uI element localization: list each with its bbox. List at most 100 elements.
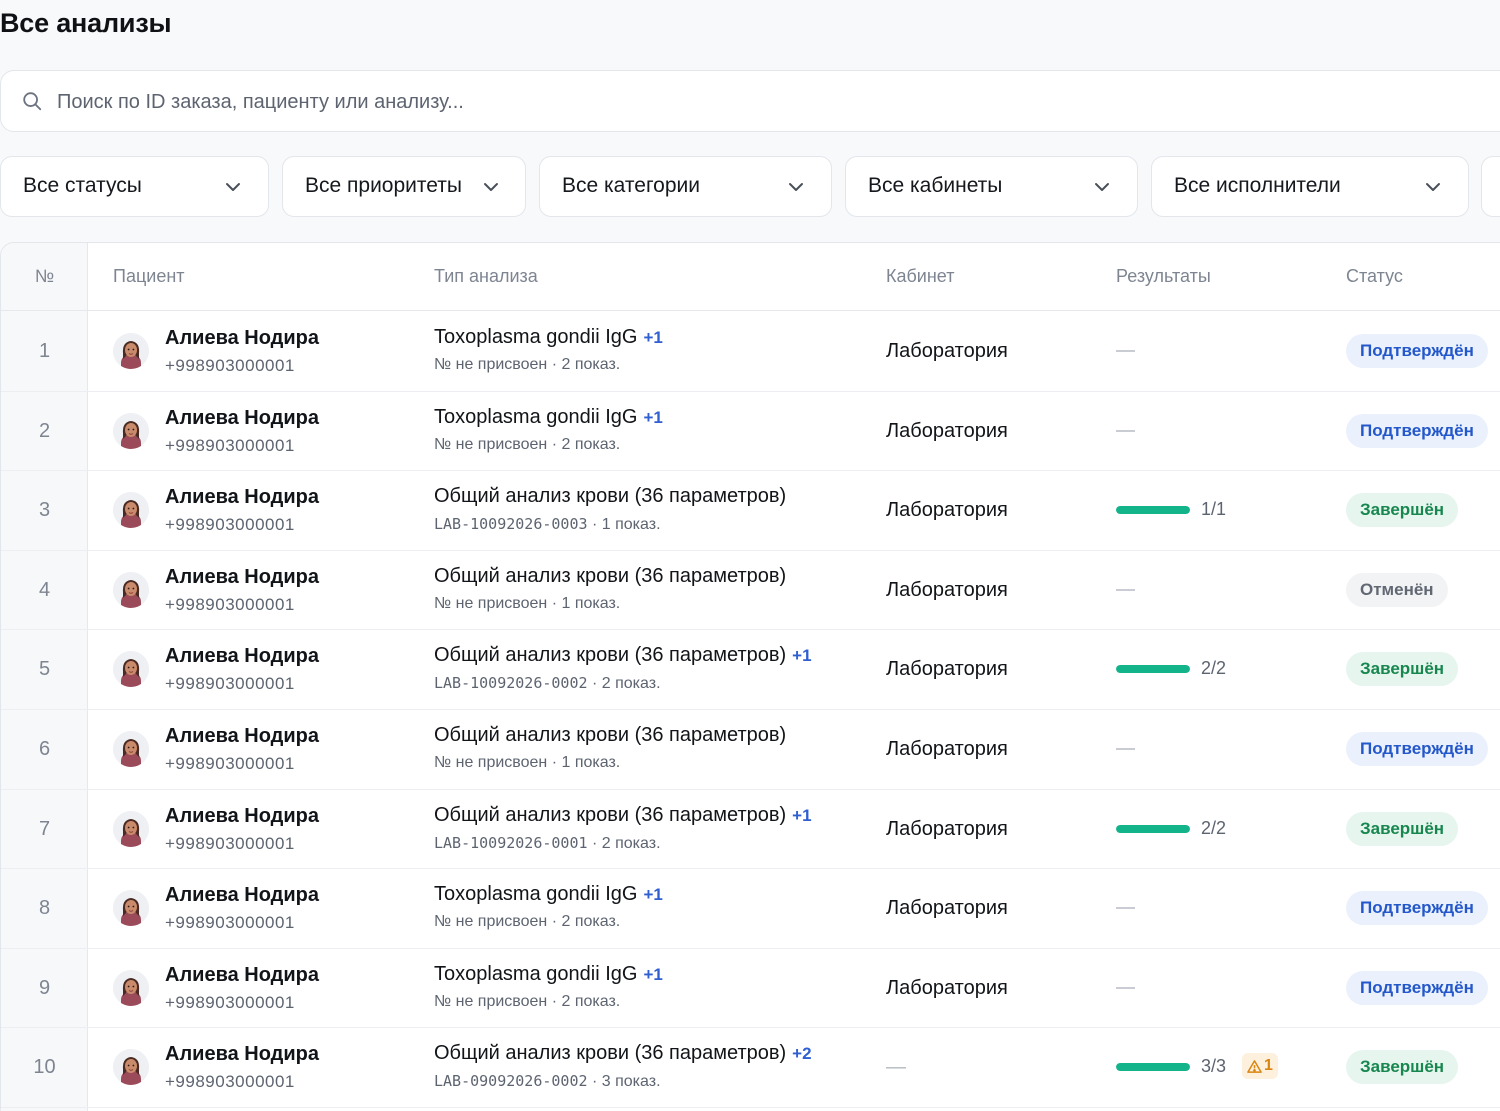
table-row[interactable]: 7 Алиева Нодира +998903000001 Общий анализ … xyxy=(1,790,1500,870)
search-bar[interactable] xyxy=(0,70,1500,132)
column-header-results[interactable]: Результаты xyxy=(1116,266,1211,287)
test-name[interactable]: Toxoplasma gondii IgG +1 xyxy=(434,963,663,986)
patient-name[interactable]: Алиева Нодира xyxy=(165,327,319,350)
chevron-down-icon xyxy=(1426,183,1440,191)
results-empty-dash xyxy=(1116,350,1135,352)
extra-tests-count[interactable]: +1 xyxy=(643,965,662,984)
status-badge: Завершён xyxy=(1346,652,1459,687)
filter-dropdown[interactable]: Все исполнители xyxy=(1151,156,1469,217)
patient-phone: +998903000001 xyxy=(165,356,295,375)
avatar xyxy=(113,492,149,529)
column-header-num[interactable]: № xyxy=(1,266,88,287)
status-badge: Подтверждён xyxy=(1346,891,1488,926)
patient-name[interactable]: Алиева Нодира xyxy=(165,645,319,668)
test-name[interactable]: Общий анализ крови (36 параметров) +1 xyxy=(434,644,812,667)
status-badge: Завершён xyxy=(1346,1050,1459,1085)
extra-tests-count[interactable]: +1 xyxy=(643,408,662,427)
table-row[interactable]: 6 Алиева Нодира +998903000001 Общий анализ … xyxy=(1,710,1500,790)
indicator-count: · 2 показ. xyxy=(551,435,621,453)
results-count: 3/3 xyxy=(1201,1056,1227,1077)
table-row[interactable]: 3 Алиева Нодира +998903000001 Общий анализ … xyxy=(1,471,1500,551)
filter-dropdown-overflow[interactable] xyxy=(1481,156,1500,217)
patient-name[interactable]: Алиева Нодира xyxy=(165,566,319,589)
test-name[interactable]: Общий анализ крови (36 параметров) xyxy=(434,485,786,508)
patient-name[interactable]: Алиева Нодира xyxy=(165,884,319,907)
avatar xyxy=(113,731,149,767)
cabinet: Лаборатория xyxy=(886,817,1008,840)
indicator-count: · 2 показ. xyxy=(551,913,621,931)
table-row[interactable]: 9 Алиева Нодира +998903000001 Toxoplasma go… xyxy=(1,949,1500,1029)
test-meta: № не присвоен · 2 показ. xyxy=(434,993,620,1011)
search-input[interactable] xyxy=(57,87,957,117)
extra-tests-count[interactable]: +2 xyxy=(792,1044,811,1063)
patient-phone: +998903000001 xyxy=(165,992,295,1012)
column-header-status[interactable]: Статус xyxy=(1346,266,1403,287)
table-row[interactable]: 1 Алиева Нодира +998903000001 Toxoplasma go… xyxy=(1,312,1500,392)
extra-tests-count[interactable]: +1 xyxy=(792,646,811,665)
indicator-count: · 2 показ. xyxy=(591,834,661,852)
test-meta: № не присвоен · 2 показ. xyxy=(434,913,620,931)
patient-name[interactable]: Алиева Нодира xyxy=(165,1043,319,1066)
results-empty-dash xyxy=(1116,588,1135,591)
test-meta: LAB-10092026-0002 · 2 показ. xyxy=(434,674,661,693)
indicator-count: · 2 показ. xyxy=(591,675,661,693)
cabinet: Лаборатория xyxy=(886,658,1008,681)
table-row[interactable]: 4 Алиева Нодира +998903000001 Общий анализ … xyxy=(1,551,1500,631)
cabinet: — xyxy=(886,1056,906,1079)
test-name[interactable]: Toxoplasma gondii IgG +1 xyxy=(434,406,663,429)
test-meta: № не присвоен · 2 показ. xyxy=(434,356,620,374)
indicator-count: · 1 показ. xyxy=(551,594,621,612)
test-name[interactable]: Общий анализ крови (36 параметров) xyxy=(434,565,786,588)
test-name[interactable]: Общий анализ крови (36 параметров) +2 xyxy=(434,1042,812,1065)
test-name[interactable]: Toxoplasma gondii IgG +1 xyxy=(434,326,663,349)
analyses-table: № Пациент Тип анализа Кабинет Результаты… xyxy=(0,242,1500,1111)
test-title: Общий анализ крови (36 параметров) xyxy=(434,724,787,746)
column-header-cabinet[interactable]: Кабинет xyxy=(886,266,954,287)
test-name[interactable]: Toxoplasma gondii IgG +1 xyxy=(434,883,663,906)
test-name[interactable]: Общий анализ крови (36 параметров) +1 xyxy=(434,804,812,827)
patient-phone: +998903000001 xyxy=(165,515,295,535)
indicator-count: · 2 показ. xyxy=(551,356,621,373)
column-header-patient[interactable]: Пациент xyxy=(113,266,185,287)
extra-tests-count[interactable]: +1 xyxy=(643,328,662,347)
test-title: Общий анализ крови (36 параметров) xyxy=(434,803,787,826)
chevron-down-icon xyxy=(1095,183,1109,191)
search-icon xyxy=(23,92,42,111)
status-badge: Подтверждён xyxy=(1346,732,1488,766)
table-row[interactable]: 8 Алиева Нодира +998903000001 Toxoplasma go… xyxy=(1,869,1500,949)
results-progress-bar xyxy=(1116,665,1190,674)
table-row[interactable]: 5 Алиева Нодира +998903000001 Общий анализ … xyxy=(1,630,1500,710)
results-count: 2/2 xyxy=(1201,817,1227,838)
test-meta: LAB-10092026-0001 · 2 показ. xyxy=(434,834,661,853)
filter-dropdown[interactable]: Все статусы xyxy=(0,156,269,217)
test-name[interactable]: Общий анализ крови (36 параметров) xyxy=(434,724,786,747)
patient-phone: +998903000001 xyxy=(165,435,295,455)
filter-label: Все исполнители xyxy=(1174,174,1341,197)
patient-phone: +998903000001 xyxy=(165,674,295,694)
table-row[interactable]: 10 Алиева Нодира +998903000001 Общий анализ… xyxy=(1,1028,1500,1108)
indicator-count: · 1 показ. xyxy=(591,516,661,534)
test-title: Общий анализ крови (36 параметров) xyxy=(434,644,787,667)
chevron-down-icon xyxy=(226,183,240,191)
filter-dropdown[interactable]: Все категории xyxy=(539,156,832,217)
table-row[interactable]: 2 Алиева Нодира +998903000001 Toxoplasma go… xyxy=(1,392,1500,472)
test-meta: № не присвоен · 1 показ. xyxy=(434,595,620,613)
cabinet: Лаборатория xyxy=(886,419,1008,442)
status-badge: Отменён xyxy=(1346,572,1448,607)
extra-tests-count[interactable]: +1 xyxy=(792,806,811,825)
patient-name[interactable]: Алиева Нодира xyxy=(165,805,319,828)
patient-name[interactable]: Алиева Нодира xyxy=(165,725,319,748)
test-meta: № не присвоен · 1 показ. xyxy=(434,754,620,772)
results-count: 1/1 xyxy=(1201,499,1227,520)
order-code: № не присвоен xyxy=(434,594,548,612)
column-header-test[interactable]: Тип анализа xyxy=(434,266,538,287)
test-meta: № не присвоен · 2 показ. xyxy=(434,436,620,454)
extra-tests-count[interactable]: +1 xyxy=(643,885,662,904)
patient-name[interactable]: Алиева Нодира xyxy=(165,964,319,987)
filter-dropdown[interactable]: Все кабинеты xyxy=(845,156,1138,217)
filter-dropdown[interactable]: Все приоритеты xyxy=(282,156,526,217)
results-warning[interactable]: 1 xyxy=(1242,1053,1278,1080)
table-header: № Пациент Тип анализа Кабинет Результаты… xyxy=(1,243,1500,311)
patient-name[interactable]: Алиева Нодира xyxy=(165,407,319,430)
patient-name[interactable]: Алиева Нодира xyxy=(165,486,319,509)
